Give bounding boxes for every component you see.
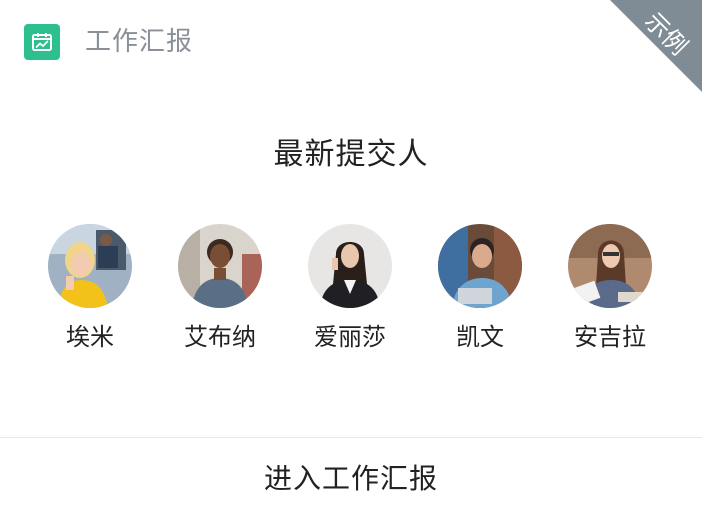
person-name: 爱丽莎: [314, 323, 386, 351]
avatar[interactable]: [308, 224, 392, 308]
person-item[interactable]: 安吉拉: [545, 224, 675, 364]
person-item[interactable]: 凯文: [415, 224, 545, 364]
person-name: 凯文: [456, 323, 504, 351]
person-item[interactable]: 爱丽莎: [285, 224, 415, 364]
work-report-card: 工作汇报 示例 最新提交人 埃米 艾布纳 爱丽莎 凯文 安吉拉 进入工作汇报: [0, 0, 702, 520]
person-name: 埃米: [66, 323, 114, 351]
person-name: 安吉拉: [574, 323, 646, 351]
avatar[interactable]: [48, 224, 132, 308]
calendar-chart-icon: [24, 24, 60, 60]
section-title: 最新提交人: [273, 137, 429, 172]
people-list: 埃米 艾布纳 爱丽莎 凯文 安吉拉: [0, 224, 702, 364]
sample-ribbon: 示例: [610, 0, 702, 92]
person-name: 艾布纳: [184, 323, 256, 351]
header-title: 工作汇报: [85, 27, 194, 57]
person-item[interactable]: 埃米: [25, 224, 155, 364]
enter-work-report-link[interactable]: 进入工作汇报: [0, 438, 702, 520]
avatar[interactable]: [178, 224, 262, 308]
avatar[interactable]: [568, 224, 652, 308]
person-item[interactable]: 艾布纳: [155, 224, 285, 364]
avatar[interactable]: [438, 224, 522, 308]
card-header: 工作汇报: [0, 0, 702, 84]
